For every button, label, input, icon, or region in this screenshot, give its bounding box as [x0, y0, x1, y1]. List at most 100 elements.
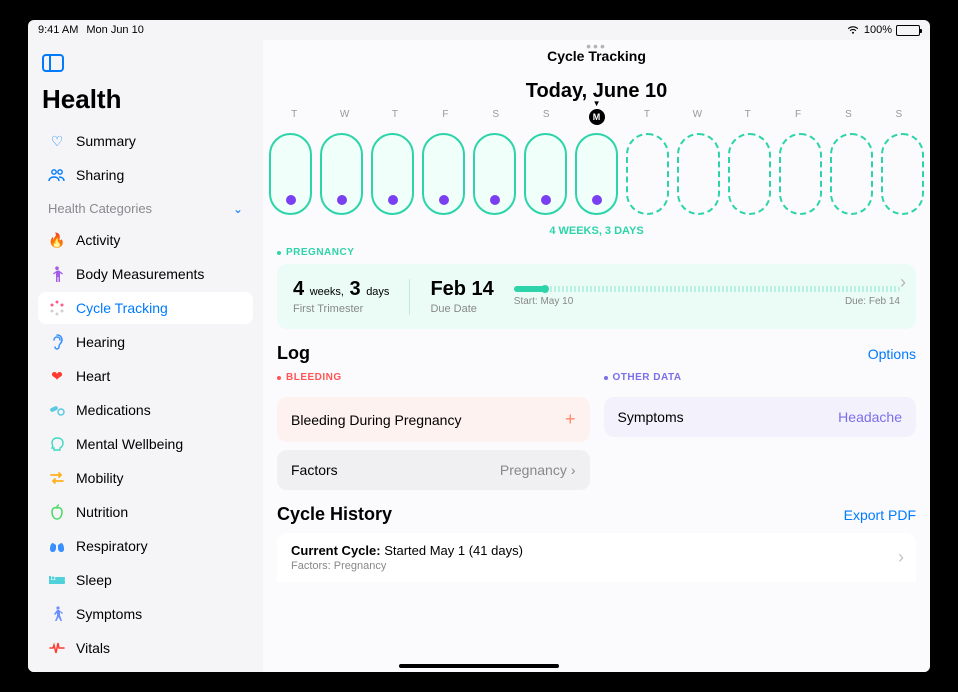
day-label: F	[420, 109, 470, 125]
pregnancy-dot-icon	[388, 195, 398, 205]
multitask-indicator[interactable]: •••	[586, 40, 607, 54]
cycle-day-pill[interactable]	[320, 133, 363, 215]
walking-icon	[48, 605, 66, 623]
cycle-day-pill[interactable]	[575, 133, 618, 215]
log-title: Log	[277, 343, 310, 364]
sidebar-item-label: Cycle Tracking	[76, 300, 168, 316]
plus-icon[interactable]: +	[565, 409, 576, 430]
preg-weeks: 4	[293, 278, 304, 300]
sidebar-item-label: Symptoms	[76, 606, 142, 622]
day-label: T	[723, 109, 773, 125]
home-indicator[interactable]	[399, 664, 559, 668]
preg-days: 3	[350, 278, 361, 300]
sidebar-item-heart[interactable]: ❤ Heart	[38, 360, 253, 392]
sidebar-toggle-icon[interactable]	[42, 54, 64, 72]
pills-icon	[48, 401, 66, 419]
export-pdf-button[interactable]: Export PDF	[844, 507, 916, 523]
vitals-icon	[48, 639, 66, 657]
pregnancy-dot-icon	[439, 195, 449, 205]
cycle-day-pill[interactable]	[677, 133, 720, 215]
sidebar-item-nutrition[interactable]: Nutrition	[38, 496, 253, 528]
wifi-icon	[846, 25, 860, 35]
history-title: Cycle History	[277, 504, 392, 525]
sidebar-item-mental[interactable]: Mental Wellbeing	[38, 428, 253, 460]
sidebar-item-label: Body Measurements	[76, 266, 204, 282]
day-label: W	[319, 109, 369, 125]
sidebar-item-hearing[interactable]: Hearing	[38, 326, 253, 358]
cycle-day-pill[interactable]	[830, 133, 873, 215]
sidebar-item-activity[interactable]: 🔥 Activity	[38, 224, 253, 256]
sidebar-item-body[interactable]: Body Measurements	[38, 258, 253, 290]
day-label: S	[874, 109, 924, 125]
cycle-day-pill[interactable]	[779, 133, 822, 215]
chevron-right-icon: ›	[571, 462, 576, 478]
today-marker: M	[589, 109, 605, 125]
day-label: S	[521, 109, 571, 125]
sidebar-item-label: Summary	[76, 133, 136, 149]
day-label: F	[773, 109, 823, 125]
day-label: T	[622, 109, 672, 125]
cycle-day-pill[interactable]	[728, 133, 771, 215]
other-data-tag: Other Data	[604, 372, 917, 389]
app-title: Health	[38, 84, 253, 123]
cycle-day-pill[interactable]	[269, 133, 312, 215]
sidebar-item-sharing[interactable]: Sharing	[38, 159, 253, 191]
sidebar-item-label: Activity	[76, 232, 120, 248]
day-label: S	[471, 109, 521, 125]
cycle-day-pill[interactable]	[881, 133, 924, 215]
cycle-day-pill[interactable]	[524, 133, 567, 215]
options-button[interactable]: Options	[868, 346, 916, 362]
cycle-day-pill[interactable]	[473, 133, 516, 215]
day-label: T	[269, 109, 319, 125]
sidebar-item-mobility[interactable]: Mobility	[38, 462, 253, 494]
pregnancy-dot-icon	[490, 195, 500, 205]
pregnancy-tag: Pregnancy	[277, 247, 916, 264]
bleeding-row[interactable]: Bleeding During Pregnancy +	[277, 397, 590, 442]
battery-percent: 100%	[864, 24, 892, 36]
sidebar-item-label: Sharing	[76, 167, 124, 183]
sidebar-item-respiratory[interactable]: Respiratory	[38, 530, 253, 562]
current-cycle-row[interactable]: Current Cycle: Started May 1 (41 days) F…	[277, 533, 916, 582]
sidebar-item-vitals[interactable]: Vitals	[38, 632, 253, 664]
ear-icon	[48, 333, 66, 351]
cycle-day-pill[interactable]	[422, 133, 465, 215]
sidebar-item-label: Medications	[76, 402, 151, 418]
flame-icon: 🔥	[48, 231, 66, 249]
symptoms-row[interactable]: Symptoms Headache	[604, 397, 917, 437]
cycle-pills-row[interactable]	[263, 125, 930, 219]
sidebar-item-label: Mobility	[76, 470, 123, 486]
sidebar-item-symptoms[interactable]: Symptoms	[38, 598, 253, 630]
sidebar: Health ♡ Summary Sharing Health Categori…	[28, 40, 263, 672]
pregnancy-progress	[514, 286, 900, 292]
sidebar-item-medications[interactable]: Medications	[38, 394, 253, 426]
cycle-day-pill[interactable]	[626, 133, 669, 215]
pregnancy-dot-icon	[541, 195, 551, 205]
factors-row[interactable]: Factors Pregnancy ›	[277, 450, 590, 490]
day-label: S	[823, 109, 873, 125]
status-time: 9:41 AM	[38, 24, 78, 36]
people-icon	[48, 166, 66, 184]
sidebar-item-summary[interactable]: ♡ Summary	[38, 125, 253, 157]
sidebar-item-cycle[interactable]: Cycle Tracking	[38, 292, 253, 324]
cycle-day-pill[interactable]	[371, 133, 414, 215]
sidebar-item-label: Sleep	[76, 572, 112, 588]
day-label: W	[672, 109, 722, 125]
apple-icon	[48, 503, 66, 521]
sidebar-item-label: Heart	[76, 368, 110, 384]
due-date-label: Due Date	[430, 303, 493, 315]
trimester-label: First Trimester	[293, 303, 389, 315]
bed-icon	[48, 571, 66, 589]
brain-icon	[48, 435, 66, 453]
chevron-down-icon: ⌄	[233, 202, 243, 216]
status-date: Mon Jun 10	[86, 24, 143, 36]
body-icon	[48, 265, 66, 283]
categories-header[interactable]: Health Categories ⌄	[38, 193, 253, 222]
cycle-length-label: 4 WEEKS, 3 DAYS	[263, 219, 930, 247]
bleeding-tag: Bleeding	[277, 372, 590, 389]
sidebar-item-label: Hearing	[76, 334, 125, 350]
progress-end: Due: Feb 14	[845, 296, 900, 307]
sidebar-item-sleep[interactable]: Sleep	[38, 564, 253, 596]
pregnancy-card[interactable]: 4 weeks, 3 days First Trimester Feb 14 D…	[277, 264, 916, 329]
day-labels-row: TWTFSSMTWTFSS	[263, 109, 930, 125]
pregnancy-dot-icon	[286, 195, 296, 205]
